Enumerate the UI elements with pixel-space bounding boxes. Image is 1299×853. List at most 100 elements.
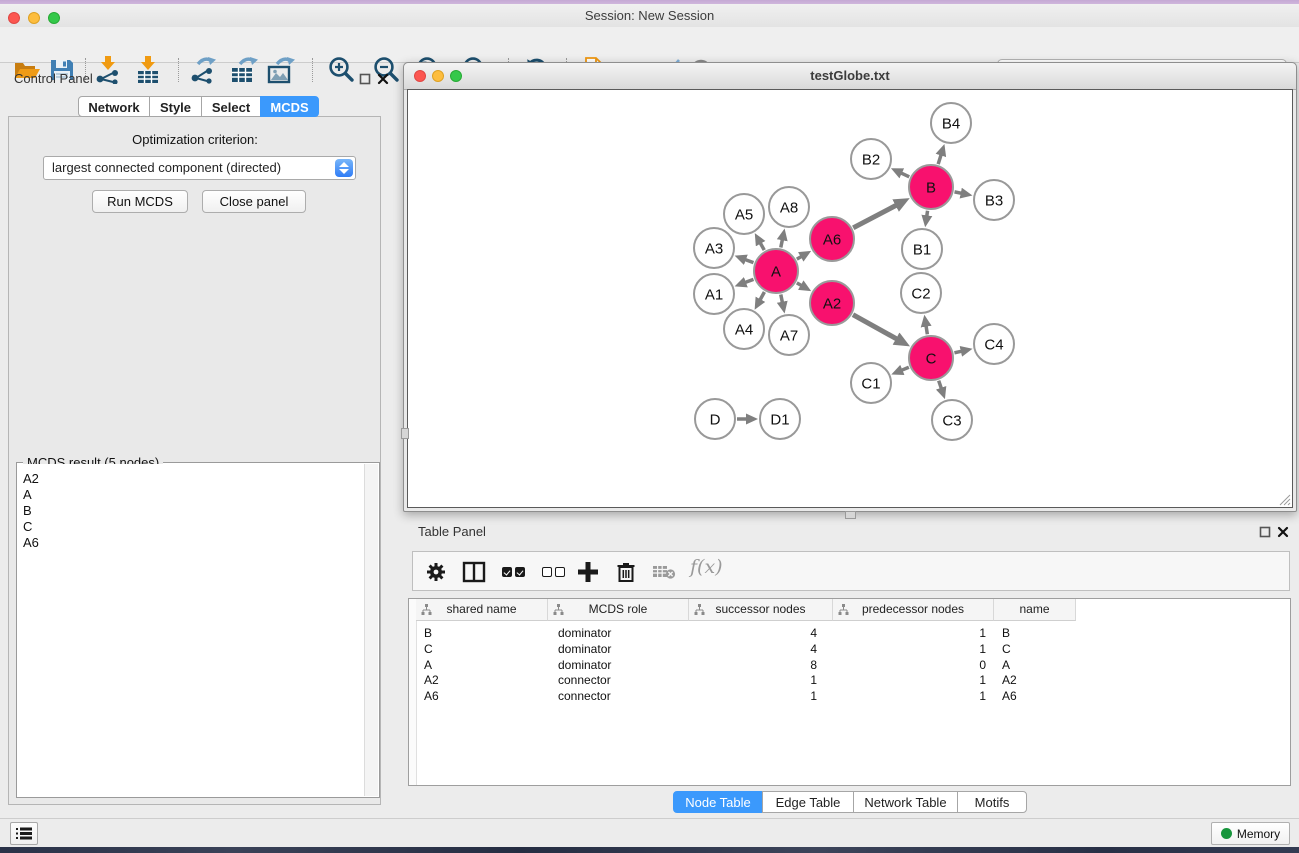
graph-node-A5[interactable]: A5 — [724, 194, 764, 234]
tab-network-table[interactable]: Network Table — [853, 791, 958, 813]
column-header-MCDS-role[interactable]: MCDS role — [548, 599, 689, 621]
table-panel-close-button[interactable] — [1277, 526, 1289, 538]
cell-shared_name[interactable]: A6 — [416, 688, 548, 704]
mcds-result-item[interactable]: A2 — [18, 471, 364, 487]
graph-edge-A-A8[interactable] — [781, 239, 783, 247]
window-resize-handle-west[interactable] — [401, 428, 409, 439]
cell-predecessor[interactable]: 1 — [833, 641, 994, 657]
table-row-A[interactable]: Adominator80A — [416, 657, 1290, 673]
export-image-icon[interactable] — [265, 56, 295, 84]
criterion-dropdown[interactable]: largest connected component (directed) — [43, 156, 356, 180]
import-table-icon[interactable] — [133, 56, 163, 84]
cell-predecessor[interactable]: 1 — [833, 688, 994, 704]
graph-edge-A-A6[interactable] — [797, 256, 802, 259]
network-canvas[interactable]: AA1A2A3A4A5A6A7A8BB1B2B3B4CC1C2C3C4DD1 — [407, 89, 1293, 508]
graph-edge-A-A2[interactable] — [797, 283, 802, 286]
graph-nodes[interactable]: AA1A2A3A4A5A6A7A8BB1B2B3B4CC1C2C3C4DD1 — [694, 103, 1014, 440]
table-row-A6[interactable]: A6connector11A6 — [416, 688, 1290, 704]
show-panels-list-button[interactable] — [10, 822, 38, 845]
mcds-result-item[interactable]: B — [18, 503, 364, 519]
function-builder-icon[interactable]: f(x) — [690, 556, 723, 578]
graph-edge-A6-B[interactable] — [853, 205, 896, 228]
mcds-result-item[interactable]: A6 — [18, 535, 364, 551]
table-row-B[interactable]: Bdominator41B — [416, 625, 1290, 641]
mcds-result-item[interactable]: A — [18, 487, 364, 503]
graph-edge-A-A5[interactable] — [760, 243, 764, 250]
cell-predecessor[interactable]: 1 — [833, 672, 994, 688]
add-column-icon[interactable] — [577, 560, 599, 584]
graph-node-B[interactable]: B — [909, 165, 953, 209]
cell-name[interactable]: A6 — [994, 688, 1076, 704]
graph-edge-B-B1[interactable] — [927, 211, 928, 217]
zoom-in-icon[interactable] — [327, 56, 357, 84]
tab-network[interactable]: Network — [78, 96, 150, 117]
close-panel-button[interactable]: Close panel — [202, 190, 306, 213]
cell-mcds_role[interactable]: connector — [548, 688, 689, 704]
mcds-result-scrollbar[interactable] — [364, 464, 378, 796]
graph-edge-B-B3[interactable] — [955, 192, 962, 193]
delete-column-icon[interactable] — [616, 560, 636, 584]
graph-edge-B-B2[interactable] — [901, 173, 909, 177]
network-graph[interactable]: AA1A2A3A4A5A6A7A8BB1B2B3B4CC1C2C3C4DD1 — [408, 90, 1294, 509]
cell-successor[interactable]: 4 — [689, 625, 833, 641]
graph-edge-C-C4[interactable] — [954, 351, 961, 353]
cell-successor[interactable]: 1 — [689, 688, 833, 704]
graph-edge-A2-C[interactable] — [853, 315, 897, 339]
graph-edge-C-C3[interactable] — [939, 381, 942, 389]
graph-node-C4[interactable]: C4 — [974, 324, 1014, 364]
cell-shared_name[interactable]: C — [416, 641, 548, 657]
graph-node-B4[interactable]: B4 — [931, 103, 971, 143]
graph-edge-A-A1[interactable] — [745, 279, 754, 282]
tab-motifs[interactable]: Motifs — [957, 791, 1027, 813]
graph-node-D[interactable]: D — [695, 399, 735, 439]
cell-successor[interactable]: 8 — [689, 657, 833, 673]
import-network-icon[interactable] — [93, 56, 123, 84]
cell-successor[interactable]: 1 — [689, 672, 833, 688]
table-row-A2[interactable]: A2connector11A2 — [416, 672, 1290, 688]
graph-node-A8[interactable]: A8 — [769, 187, 809, 227]
graph-edge-B-B4[interactable] — [938, 154, 941, 164]
cell-shared_name[interactable]: A — [416, 657, 548, 673]
tab-select[interactable]: Select — [201, 96, 261, 117]
graph-edge-A-A3[interactable] — [745, 259, 754, 262]
show-columns-icon[interactable] — [462, 560, 486, 584]
window-resize-handle-south[interactable] — [845, 511, 856, 519]
tab-edge-table[interactable]: Edge Table — [762, 791, 854, 813]
graph-node-A4[interactable]: A4 — [724, 309, 764, 349]
network-window-titlebar[interactable]: testGlobe.txt — [404, 63, 1296, 90]
column-header-successor-nodes[interactable]: successor nodes — [689, 599, 833, 621]
cell-successor[interactable]: 4 — [689, 641, 833, 657]
graph-node-A6[interactable]: A6 — [810, 217, 854, 261]
column-header-shared-name[interactable]: shared name — [416, 599, 548, 621]
memory-button[interactable]: Memory — [1211, 822, 1290, 845]
graph-node-C3[interactable]: C3 — [932, 400, 972, 440]
table-options-gear-icon[interactable] — [425, 560, 447, 584]
export-network-icon[interactable] — [188, 56, 218, 84]
graph-node-B3[interactable]: B3 — [974, 180, 1014, 220]
tab-node-table[interactable]: Node Table — [673, 791, 763, 813]
cell-mcds_role[interactable]: dominator — [548, 641, 689, 657]
cell-mcds_role[interactable]: dominator — [548, 625, 689, 641]
run-mcds-button[interactable]: Run MCDS — [92, 190, 188, 213]
column-header-predecessor-nodes[interactable]: predecessor nodes — [833, 599, 994, 621]
graph-node-B2[interactable]: B2 — [851, 139, 891, 179]
control-panel-close-button[interactable] — [377, 73, 389, 85]
control-panel-float-button[interactable] — [359, 73, 371, 85]
cell-name[interactable]: A — [994, 657, 1076, 673]
cell-mcds_role[interactable]: connector — [548, 672, 689, 688]
mcds-result-item[interactable]: C — [18, 519, 364, 535]
graph-node-D1[interactable]: D1 — [760, 399, 800, 439]
select-all-checkboxes-icon[interactable] — [502, 567, 525, 591]
mcds-result-list[interactable]: A2ABCA6 — [18, 464, 364, 796]
graph-edge-A-A4[interactable] — [760, 292, 764, 300]
table-row-C[interactable]: Cdominator41C — [416, 641, 1290, 657]
graph-node-A3[interactable]: A3 — [694, 228, 734, 268]
graph-node-C[interactable]: C — [909, 336, 953, 380]
cell-name[interactable]: B — [994, 625, 1076, 641]
cell-name[interactable]: C — [994, 641, 1076, 657]
tab-mcds[interactable]: MCDS — [260, 96, 319, 117]
cell-shared_name[interactable]: B — [416, 625, 548, 641]
cell-mcds_role[interactable]: dominator — [548, 657, 689, 673]
export-table-icon[interactable] — [228, 56, 258, 84]
tab-style[interactable]: Style — [149, 96, 202, 117]
